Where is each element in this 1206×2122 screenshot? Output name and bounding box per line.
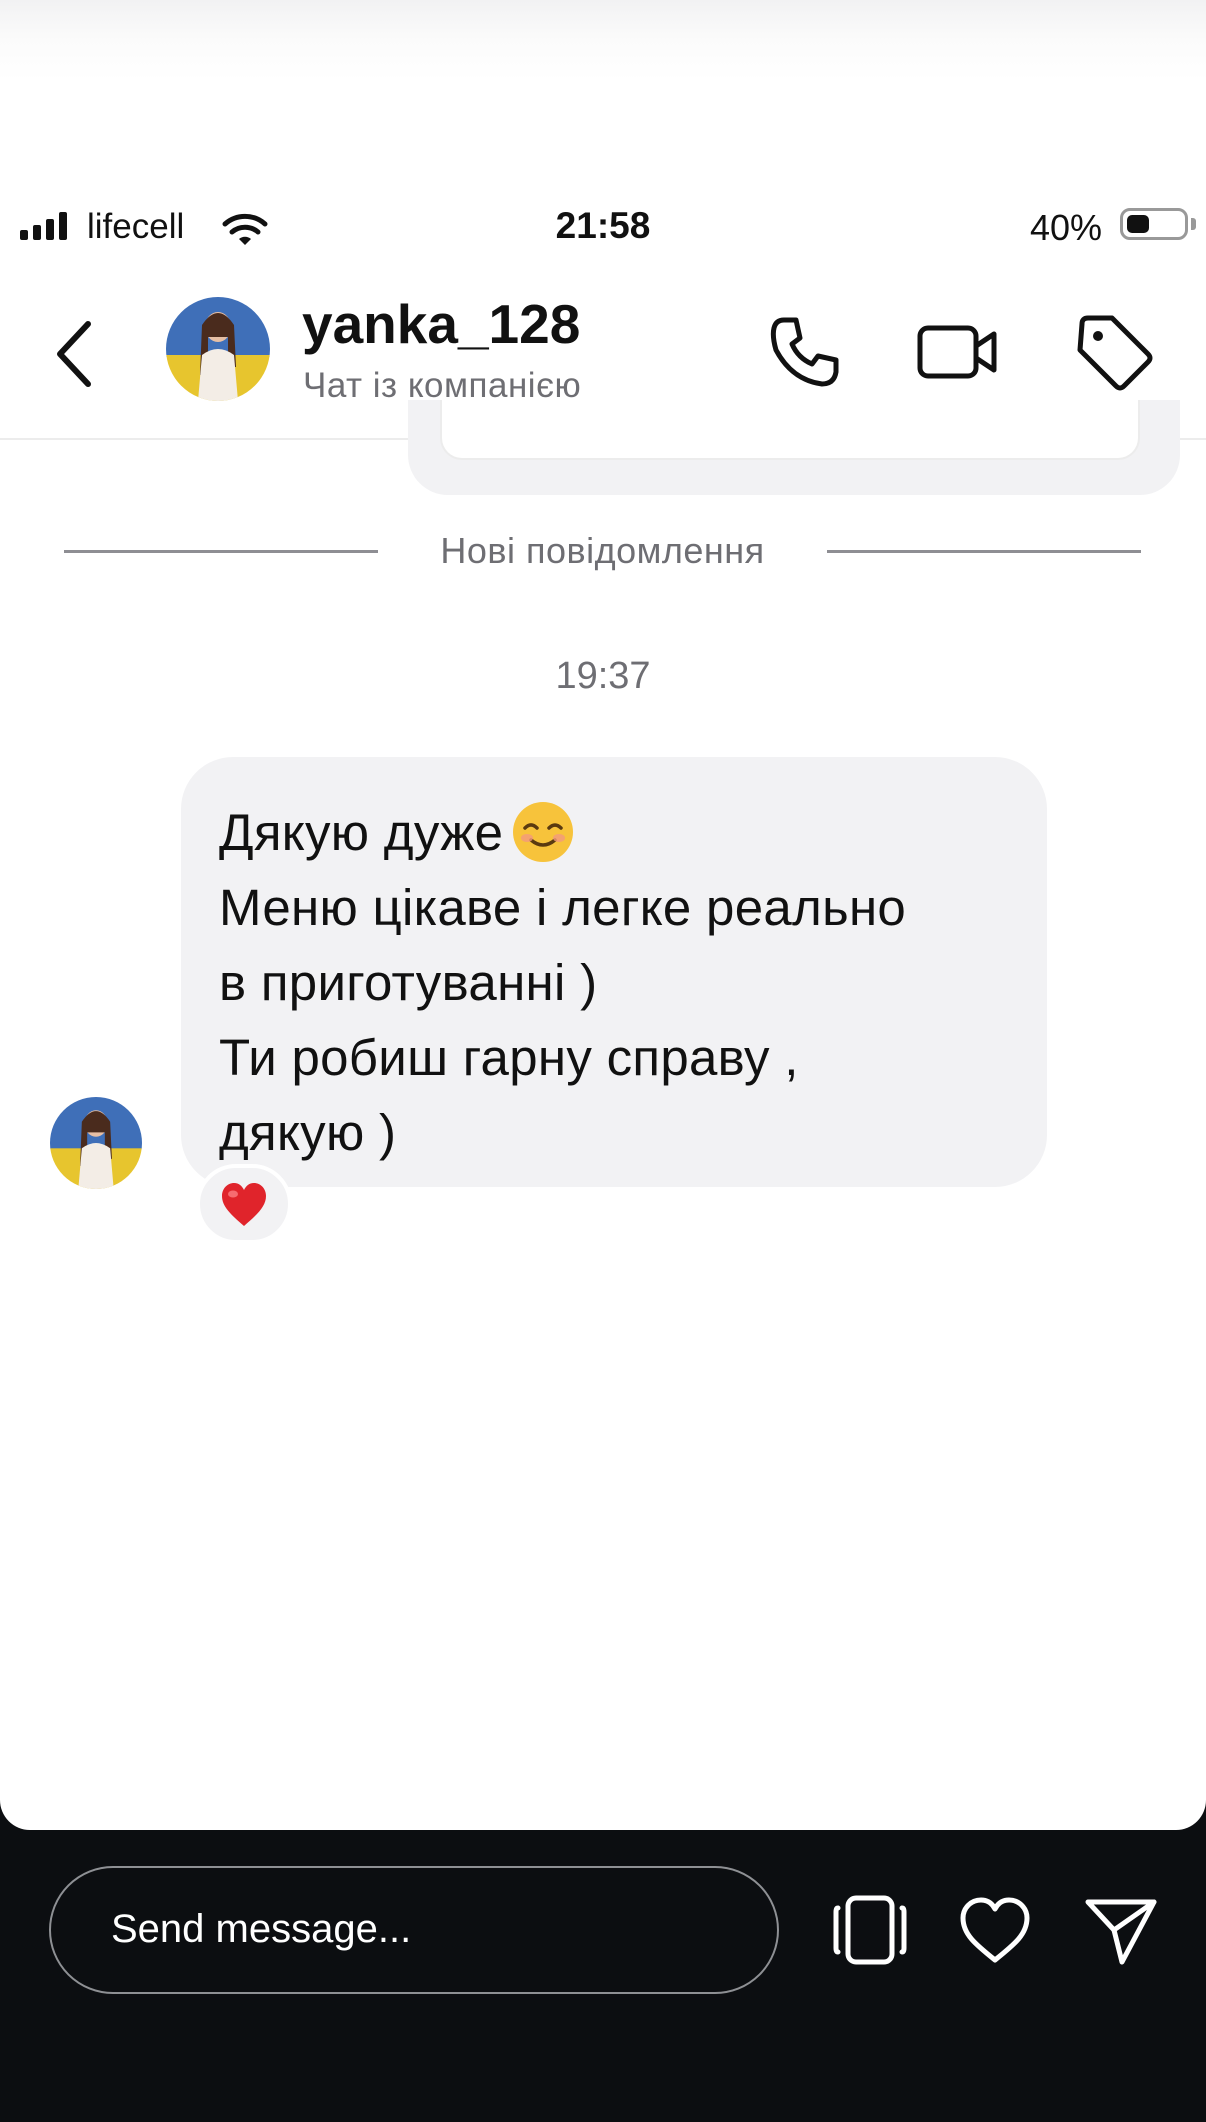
sender-avatar[interactable] (50, 1097, 142, 1189)
tag-icon[interactable] (1072, 310, 1156, 394)
red-heart-icon (222, 1183, 266, 1226)
battery-cap (1191, 218, 1196, 230)
heart-icon[interactable] (955, 1890, 1035, 1970)
message-line: в приготуванні ) (219, 954, 598, 1011)
message-input-container[interactable] (49, 1866, 779, 1994)
video-camera-icon[interactable] (916, 310, 1000, 394)
divider-line (827, 550, 1141, 553)
battery-level (1127, 215, 1149, 233)
top-blank-area (0, 0, 1206, 195)
chevron-left-icon[interactable] (48, 314, 108, 394)
message-line: Ти робиш гарну справу , (219, 1029, 799, 1086)
battery-percent: 40% (1029, 207, 1102, 248)
avatar[interactable] (166, 297, 270, 401)
divider-line (64, 550, 378, 553)
message-timestamp: 19:37 (555, 655, 651, 697)
status-time: 21:58 (555, 205, 651, 246)
chat-username[interactable]: yanka_128 (302, 292, 580, 356)
incoming-message-bubble[interactable]: Дякую дуже Меню цікаве і легке реально в… (181, 757, 1047, 1187)
previous-message-card (440, 400, 1140, 460)
message-line: дякую ) (219, 1104, 397, 1161)
message-line: Дякую дуже (219, 795, 1009, 870)
send-icon[interactable] (1080, 1890, 1160, 1970)
message-reaction[interactable] (196, 1164, 292, 1244)
new-messages-divider: Нові повідомлення (440, 530, 765, 571)
message-line: Меню цікаве і легке реально (219, 879, 907, 936)
device-frame-icon[interactable] (830, 1890, 910, 1970)
battery-icon (1120, 208, 1188, 240)
send-message-input[interactable] (111, 1904, 711, 1954)
phone-icon[interactable] (762, 310, 846, 394)
story-screenshot: lifecell 21:58 40% yanka_128 Чат із комп… (0, 0, 1206, 1830)
smiling-face-icon (513, 801, 574, 862)
